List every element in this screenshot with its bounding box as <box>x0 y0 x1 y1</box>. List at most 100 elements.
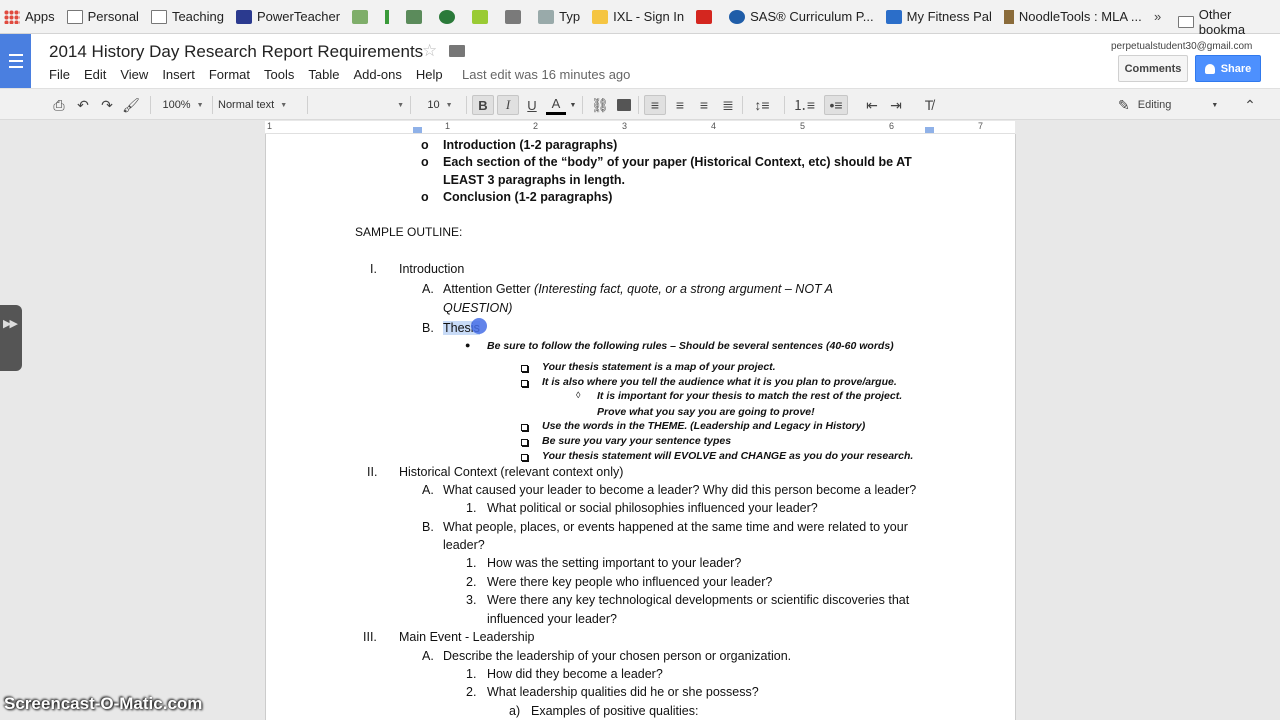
clear-formatting-icon[interactable]: T̸ <box>918 95 940 115</box>
outline-item: Your thesis statement will EVOLVE and CH… <box>542 450 914 462</box>
toolbar-divider <box>784 96 785 114</box>
doc-title[interactable]: 2014 History Day Research Report Require… <box>49 42 423 62</box>
list-marker: 3. <box>466 593 477 607</box>
undo-icon[interactable]: ↶ <box>74 95 92 115</box>
list-item: Each section of the “body” of your paper… <box>443 155 912 169</box>
toolbar-divider <box>742 96 743 114</box>
bookmark-typ[interactable]: Typ <box>538 6 580 28</box>
bookmark-sas[interactable]: SAS® Curriculum P... <box>729 6 874 28</box>
redo-icon[interactable]: ↷ <box>98 95 116 115</box>
bookmark-icon-2[interactable] <box>385 6 394 28</box>
list-marker: B. <box>422 321 434 335</box>
toolbar-divider <box>150 96 151 114</box>
outline-item: Be sure to follow the following rules – … <box>487 340 894 352</box>
zoom-select[interactable]: 100% ▼ <box>158 95 208 115</box>
text-color-button[interactable]: A <box>546 95 566 115</box>
align-left-icon[interactable]: ≡ <box>644 95 666 115</box>
bookmark-teaching[interactable]: Teaching <box>150 6 224 28</box>
right-indent-marker[interactable] <box>925 127 934 133</box>
bookmark-icon-7[interactable] <box>696 6 717 28</box>
side-panel-handle[interactable]: ▶▶ <box>0 305 22 371</box>
move-folder-icon[interactable] <box>449 45 465 57</box>
folder-icon <box>150 9 167 24</box>
increase-indent-icon[interactable]: ⇥ <box>886 95 906 115</box>
outline-item: Examples of positive qualities: <box>531 704 699 718</box>
watermark-text: Screencast-O-Matic.com <box>4 694 203 713</box>
folder-icon <box>66 9 83 24</box>
outline-item: QUESTION) <box>443 301 513 315</box>
chevron-down-icon[interactable]: ▼ <box>568 95 578 115</box>
comments-button[interactable]: Comments <box>1118 55 1188 82</box>
bookmark-icon-5[interactable] <box>472 6 493 28</box>
font-select[interactable]: ▼ <box>312 95 404 115</box>
last-edit-status[interactable]: Last edit was 16 minutes ago <box>462 67 630 82</box>
bookmark-other[interactable]: Other bookma <box>1178 7 1280 37</box>
underline-button[interactable]: U <box>522 95 542 115</box>
ruler[interactable]: 1 1 2 3 4 5 6 7 <box>265 121 1015 134</box>
chevron-down-icon: ▼ <box>445 101 453 109</box>
menu-table[interactable]: Table <box>308 67 339 82</box>
bookmark-icon-4[interactable] <box>439 6 460 28</box>
bookmark-powerteacher[interactable]: PowerTeacher <box>236 6 340 28</box>
left-indent-marker[interactable] <box>413 127 422 133</box>
list-marker: o <box>421 138 429 152</box>
decrease-indent-icon[interactable]: ⇤ <box>862 95 882 115</box>
bookmark-icon-3[interactable] <box>406 6 427 28</box>
outline-item: Use the words in the THEME. (Leadership … <box>542 420 866 432</box>
comment-icon[interactable] <box>615 95 633 115</box>
share-button[interactable]: Share <box>1195 55 1261 82</box>
print-icon[interactable]: ⎙ <box>50 95 68 115</box>
list-item: Introduction (1-2 paragraphs) <box>443 138 618 152</box>
paint-format-icon[interactable]: 🖌 <box>122 95 140 115</box>
outline-item: It is also where you tell the audience w… <box>542 376 897 388</box>
bookmark-icon-1[interactable] <box>352 6 373 28</box>
menu-help[interactable]: Help <box>416 67 443 82</box>
document-page[interactable]: o Introduction (1-2 paragraphs) o Each s… <box>265 134 1016 720</box>
toolbar-divider <box>212 96 213 114</box>
list-marker: o <box>421 190 429 204</box>
outline-item: Describe the leadership of your chosen p… <box>443 649 792 663</box>
align-right-icon[interactable]: ≡ <box>694 95 714 115</box>
star-icon[interactable]: ☆ <box>422 41 437 61</box>
font-size-select[interactable]: 10 ▼ <box>418 95 462 115</box>
checkbox-bullet-icon <box>521 439 528 446</box>
list-marker: III. <box>363 630 377 644</box>
list-marker: A. <box>422 282 434 296</box>
network-icon <box>406 9 423 24</box>
bookmark-personal[interactable]: Personal <box>66 6 139 28</box>
menu-view[interactable]: View <box>120 67 148 82</box>
line-spacing-icon[interactable]: ↕≡ <box>748 95 776 115</box>
align-justify-icon[interactable]: ≣ <box>718 95 738 115</box>
bookmark-noodletools[interactable]: NoodleTools : MLA ... <box>1003 6 1142 28</box>
list-marker: 2. <box>466 575 477 589</box>
mouse-cursor-highlight <box>471 318 487 334</box>
collapse-icon[interactable]: ⌃ <box>1240 95 1260 115</box>
bookmark-icon-6[interactable] <box>505 6 526 28</box>
menu-addons[interactable]: Add-ons <box>353 67 401 82</box>
menu-insert[interactable]: Insert <box>162 67 195 82</box>
list-marker: o <box>421 155 429 169</box>
user-email[interactable]: perpetualstudent30@gmail.com <box>1111 41 1252 52</box>
menu-format[interactable]: Format <box>209 67 250 82</box>
numbered-list-icon[interactable]: ⒈≡ <box>790 95 818 115</box>
link-icon[interactable]: ⛓ <box>590 95 610 115</box>
menu-edit[interactable]: Edit <box>84 67 106 82</box>
italic-button[interactable]: I <box>497 95 519 115</box>
bulleted-list-icon[interactable]: •≡ <box>824 95 848 115</box>
bookmark-fitness[interactable]: My Fitness Pal <box>885 6 992 28</box>
menu-tools[interactable]: Tools <box>264 67 294 82</box>
list-marker: I. <box>370 262 377 276</box>
bold-button[interactable]: B <box>472 95 494 115</box>
style-select[interactable]: Normal text ▼ <box>218 95 302 115</box>
docs-home-icon[interactable] <box>0 34 31 88</box>
apps-icon <box>4 9 20 24</box>
more-bookmarks-button[interactable]: » <box>1154 9 1161 24</box>
menu-file[interactable]: File <box>49 67 70 82</box>
bookmark-apps[interactable]: Apps <box>4 6 55 28</box>
editing-mode-select[interactable]: ✎ Editing ▼ <box>1118 95 1228 115</box>
align-center-icon[interactable]: ≡ <box>670 95 690 115</box>
checkbox-bullet-icon <box>521 380 528 387</box>
list-marker: a) <box>509 704 521 718</box>
bookmark-ixl[interactable]: IXL - Sign In <box>592 6 684 28</box>
list-marker <box>521 361 528 375</box>
